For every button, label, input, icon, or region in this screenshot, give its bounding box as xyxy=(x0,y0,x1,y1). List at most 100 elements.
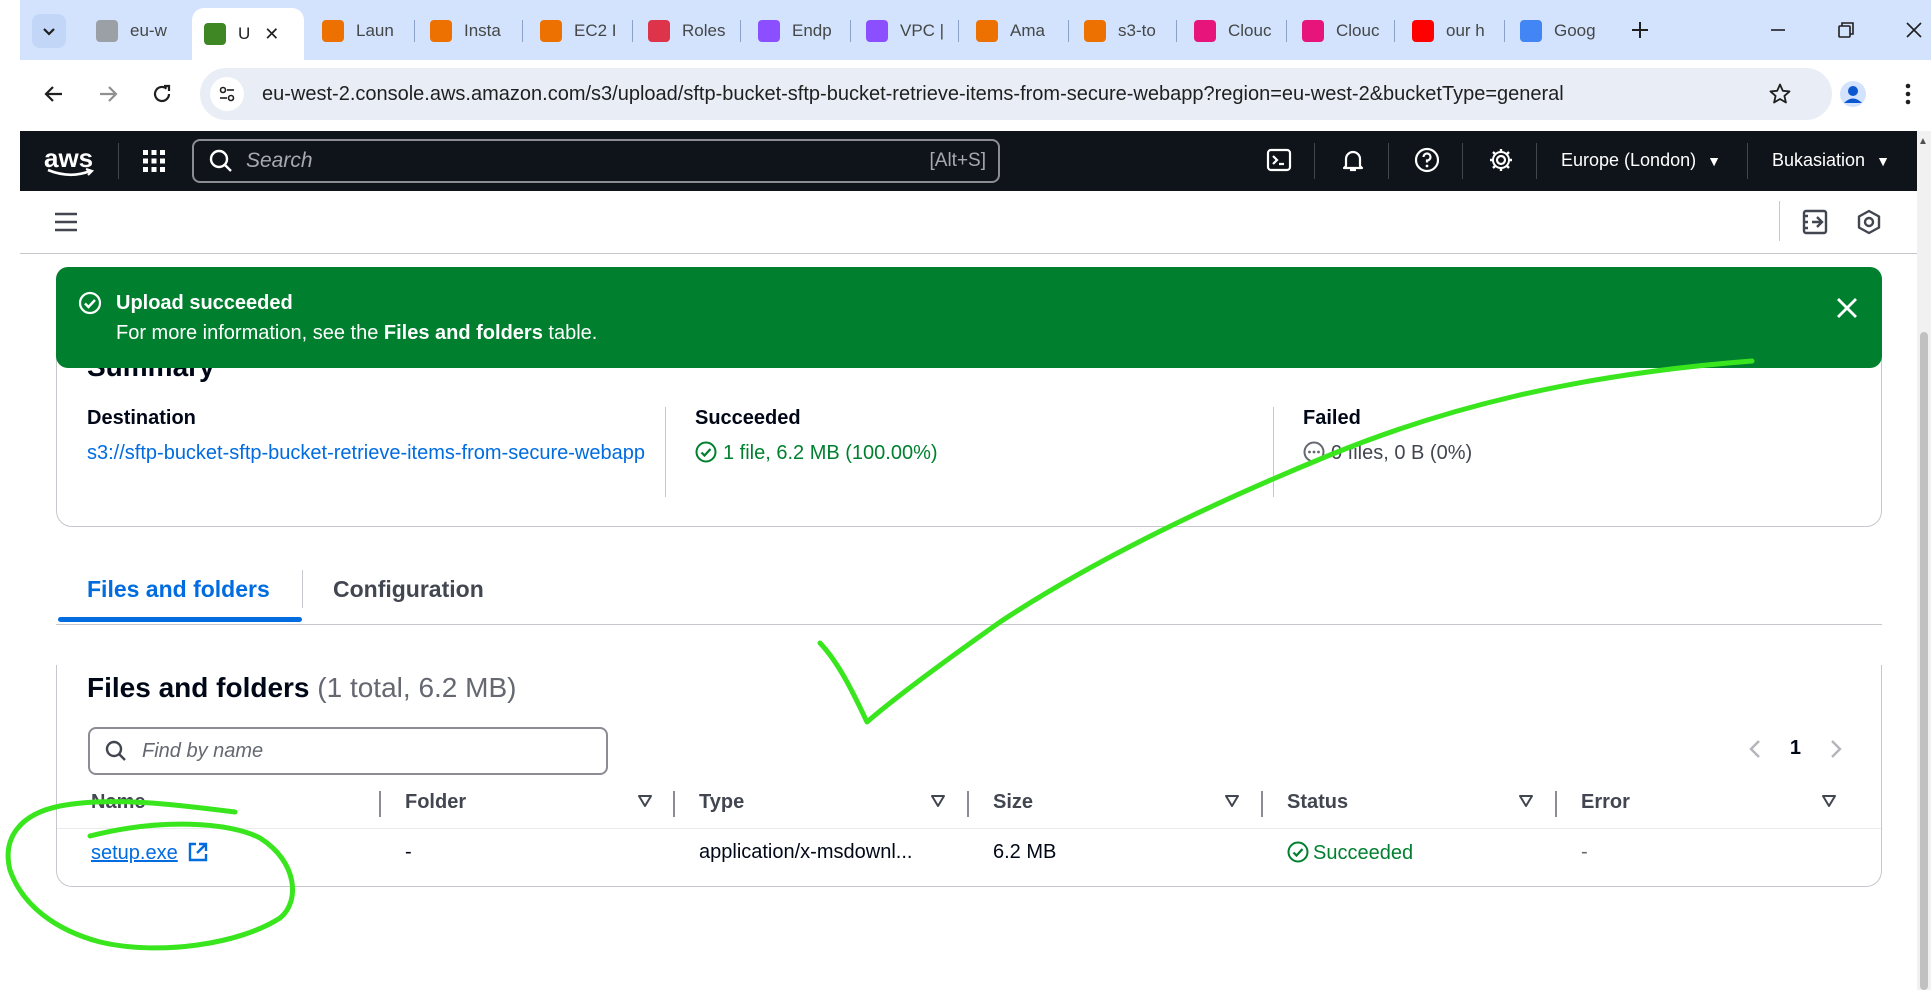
side-nav-toggle[interactable] xyxy=(54,211,78,238)
help-button[interactable] xyxy=(1414,147,1440,178)
close-tab-icon[interactable]: ✕ xyxy=(264,24,279,45)
column-header-status[interactable]: Status xyxy=(1287,791,1348,814)
browser-tab[interactable]: Laun xyxy=(310,10,410,52)
find-by-name-input[interactable]: Find by name xyxy=(88,727,608,775)
tab-favicon-icon xyxy=(1302,20,1324,42)
tab-separator xyxy=(1394,20,1395,42)
tab-configuration[interactable]: Configuration xyxy=(333,576,484,603)
bookmark-button[interactable] xyxy=(1762,76,1798,112)
sort-caret-icon[interactable] xyxy=(1518,793,1534,809)
minimize-button[interactable] xyxy=(1758,12,1798,48)
services-menu-button[interactable] xyxy=(142,149,166,178)
browser-tab[interactable]: VPC | xyxy=(854,10,954,52)
reload-icon xyxy=(153,84,171,103)
omnibox[interactable]: eu-west-2.console.aws.amazon.com/s3/uplo… xyxy=(200,68,1832,120)
browser-tab[interactable]: U ✕ xyxy=(192,8,304,60)
files-table-header: Files and folders (1 total, 6.2 MB) xyxy=(87,672,516,704)
browser-tab[interactable]: Roles xyxy=(636,10,736,52)
aws-logo[interactable]: aws xyxy=(44,143,95,177)
nav-divider xyxy=(1536,143,1537,179)
browser-tab[interactable]: Endp xyxy=(746,10,846,52)
tab-title: VPC | xyxy=(900,21,945,40)
flash-title: Upload succeeded xyxy=(116,292,293,314)
tab-strip: eu-w U ✕ Laun Insta EC2 I Roles Endp VPC | Ama s3-… xyxy=(20,0,1931,60)
file-name-link[interactable]: setup.exe xyxy=(91,841,209,865)
tab-title: Goog xyxy=(1554,21,1596,40)
tab-title: Endp xyxy=(792,21,832,40)
search-shortcut: [Alt+S] xyxy=(929,150,987,171)
column-resizer[interactable] xyxy=(379,791,381,817)
settings-button[interactable] xyxy=(1488,147,1514,178)
region-selector[interactable]: Europe (London) ▼ xyxy=(1561,150,1721,171)
profile-button[interactable] xyxy=(1835,76,1871,112)
close-window-button[interactable] xyxy=(1894,12,1931,48)
column-resizer[interactable] xyxy=(1261,791,1263,817)
browser-tab[interactable]: Ama xyxy=(964,10,1064,52)
column-header-name[interactable]: Name xyxy=(91,791,145,814)
column-resizer[interactable] xyxy=(673,791,675,817)
restore-icon xyxy=(1838,22,1854,38)
tab-favicon-icon xyxy=(430,20,452,42)
pagination: 1 xyxy=(1748,737,1843,760)
upload-success-flashbar: Upload succeeded For more information, s… xyxy=(56,267,1882,368)
tab-separator xyxy=(632,20,633,42)
column-header-type[interactable]: Type xyxy=(699,791,744,814)
help-icon xyxy=(1414,147,1440,173)
tools-panel-button[interactable] xyxy=(1802,209,1828,240)
browser-tab[interactable]: Goog xyxy=(1508,10,1608,52)
star-icon xyxy=(1769,83,1791,104)
flash-message: For more information, see the Files and … xyxy=(116,322,597,345)
column-resizer[interactable] xyxy=(1555,791,1557,817)
tab-favicon-icon xyxy=(866,20,888,42)
restore-button[interactable] xyxy=(1826,12,1866,48)
page-number[interactable]: 1 xyxy=(1790,737,1801,760)
column-resizer[interactable] xyxy=(967,791,969,817)
tab-files-and-folders[interactable]: Files and folders xyxy=(87,576,270,603)
external-link-icon[interactable] xyxy=(187,841,209,863)
cloudshell-button[interactable] xyxy=(1266,147,1292,178)
forward-button[interactable] xyxy=(90,76,126,112)
scrollbar-thumb[interactable] xyxy=(1920,332,1928,990)
new-tab-button[interactable] xyxy=(1620,12,1660,48)
file-name[interactable]: setup.exe xyxy=(91,842,178,864)
column-header-error[interactable]: Error xyxy=(1581,791,1630,814)
nav-divider xyxy=(1388,143,1389,179)
aws-search-input[interactable]: Search [Alt+S] xyxy=(192,139,1000,183)
browser-tab[interactable]: Clouc xyxy=(1182,10,1282,52)
reload-button[interactable] xyxy=(144,76,180,112)
account-menu[interactable]: Bukasiation ▼ xyxy=(1772,150,1890,171)
sort-caret-icon[interactable] xyxy=(930,793,946,809)
url-text[interactable]: eu-west-2.console.aws.amazon.com/s3/uplo… xyxy=(262,83,1564,106)
cell-folder: - xyxy=(405,841,412,863)
browser-tab[interactable]: eu-w xyxy=(84,10,184,52)
sort-caret-icon[interactable] xyxy=(637,793,653,809)
assistant-button[interactable] xyxy=(1856,209,1882,240)
address-bar-row: eu-west-2.console.aws.amazon.com/s3/uplo… xyxy=(20,60,1931,131)
browser-menu-button[interactable] xyxy=(1890,76,1926,112)
chevron-left-icon[interactable] xyxy=(1748,738,1762,760)
browser-tab[interactable]: our h xyxy=(1400,10,1500,52)
site-info-button[interactable] xyxy=(210,77,244,111)
browser-tab[interactable]: Insta xyxy=(418,10,518,52)
table-header-row: Name Folder Type Size Status Error xyxy=(57,779,1881,829)
destination-link[interactable]: s3://sftp-bucket-sftp-bucket-retrieve-it… xyxy=(87,438,647,468)
column-header-size[interactable]: Size xyxy=(993,791,1033,814)
browser-tab[interactable]: Clouc xyxy=(1290,10,1390,52)
tab-divider xyxy=(302,570,303,608)
dismiss-flash-button[interactable] xyxy=(1836,295,1858,325)
failed-column: Failed 0 files, 0 B (0%) xyxy=(1303,407,1472,468)
tab-title: Roles xyxy=(682,21,726,40)
back-button[interactable] xyxy=(36,76,72,112)
active-tab-indicator xyxy=(58,617,302,622)
browser-tab[interactable]: EC2 I xyxy=(528,10,628,52)
notifications-button[interactable] xyxy=(1340,147,1366,178)
column-header-folder[interactable]: Folder xyxy=(405,791,466,814)
sort-caret-icon[interactable] xyxy=(1821,793,1837,809)
nav-divider xyxy=(118,143,119,179)
browser-tab[interactable]: s3-to xyxy=(1072,10,1172,52)
tab-favicon-icon xyxy=(1084,20,1106,42)
scroll-up-arrow[interactable]: ▲ xyxy=(1918,136,1928,147)
tab-search-button[interactable] xyxy=(32,14,66,48)
sort-caret-icon[interactable] xyxy=(1224,793,1240,809)
chevron-right-icon[interactable] xyxy=(1829,738,1843,760)
